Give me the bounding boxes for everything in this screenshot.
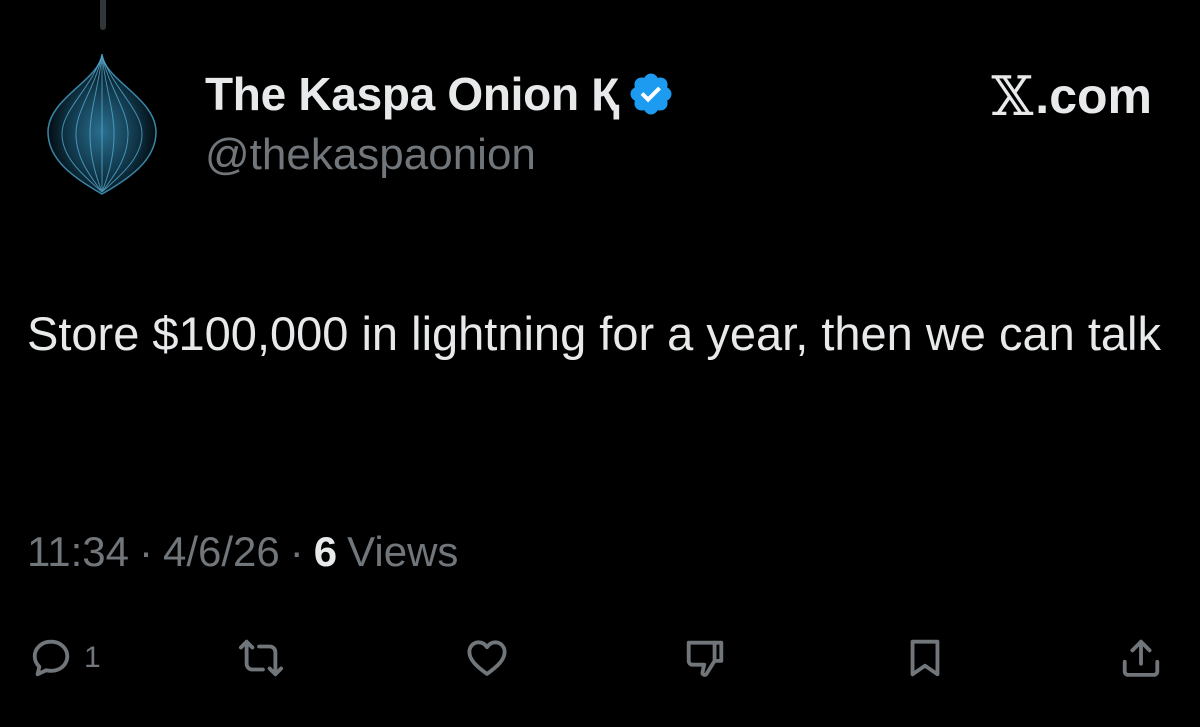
bookmark-button[interactable] [902,628,948,688]
meta-separator: · [139,528,153,575]
x-brand-watermark: 𝕏 .com [991,64,1152,128]
thumbs-down-icon [686,640,724,677]
tweet-meta: 11:34 · 4/6/26 · 6 Views [27,522,458,582]
tweet-header: The Kaspa Onion Қ @thekaspaonion [205,64,675,180]
repost-button[interactable] [238,628,284,688]
reply-icon [32,639,70,677]
verified-badge-icon[interactable] [627,70,675,118]
name-row: The Kaspa Onion Қ [205,64,675,124]
thread-connector-line [100,0,106,30]
share-button[interactable] [1118,628,1164,688]
reply-button[interactable]: 1 [28,628,101,688]
dislike-button[interactable] [682,628,728,688]
brand-suffix: .com [1035,68,1152,124]
bookmark-icon [910,639,940,677]
repost-icon [238,639,284,677]
views-label: Views [347,528,459,575]
x-logo-icon: 𝕏 [991,64,1034,128]
heart-icon [467,640,507,676]
tweet-text: Store $100,000 in lightning for a year, … [27,307,1161,360]
author-display-name[interactable]: The Kaspa Onion Қ [205,67,619,121]
tweet-time[interactable]: 11:34 [27,528,129,576]
tweet-date[interactable]: 4/6/26 [163,528,280,576]
share-icon [1122,639,1160,677]
action-bar: 1 [0,628,1200,688]
meta-separator: · [289,528,304,575]
onion-avatar-icon [47,53,157,195]
avatar[interactable] [40,50,164,198]
views-count: 6 [313,528,338,575]
reply-count: 1 [84,641,101,674]
like-button[interactable] [464,628,510,688]
author-handle[interactable]: @thekaspaonion [205,130,675,180]
